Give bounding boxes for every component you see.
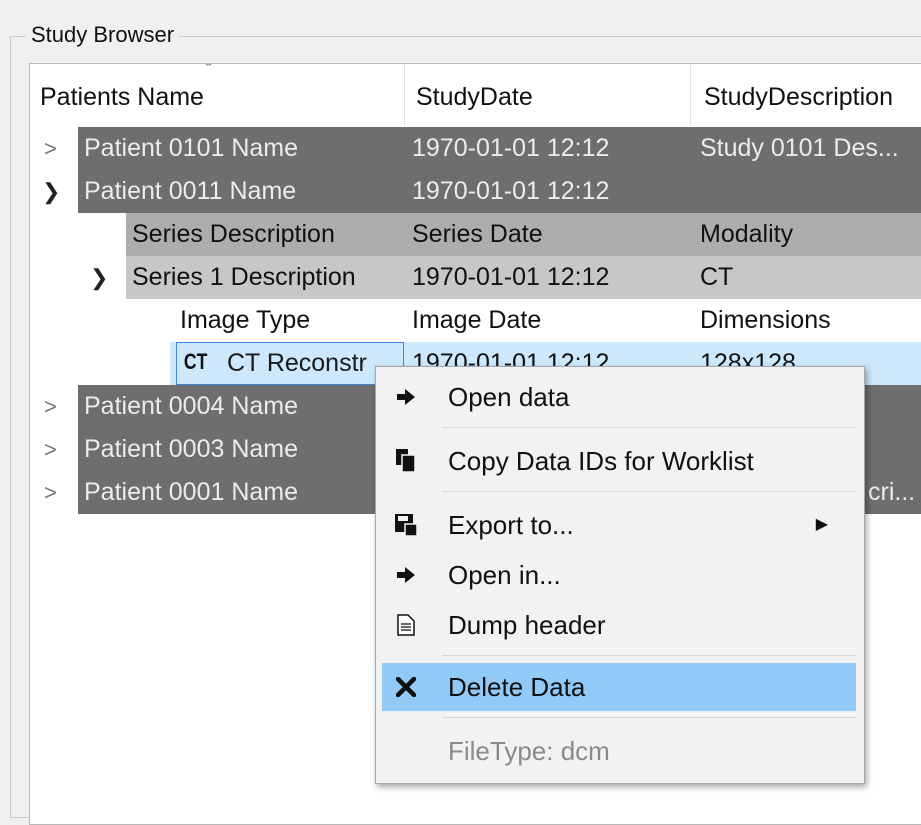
ct-modality-icon: CT [183,349,208,374]
menu-item-copy-data-ids[interactable]: Copy Data IDs for Worklist [382,437,856,485]
menu-separator [442,717,856,718]
menu-item-delete-data[interactable]: Delete Data [382,663,856,711]
patient-row[interactable]: Patient 0101 Name 1970-01-01 12:12 Study… [78,127,921,170]
column-header-study-date[interactable]: StudyDate [416,64,533,126]
series-header-row: Series Description Series Date Modality [126,213,921,256]
expand-chevron-icon[interactable]: > [44,385,57,428]
arrow-right-icon [392,551,420,599]
menu-item-label: Copy Data IDs for Worklist [448,446,754,476]
menu-item-label: FileType: dcm [448,736,610,766]
column-separator[interactable] [404,64,405,126]
modality-header: Modality [700,220,794,248]
study-description: Study 0101 Des... [700,134,899,162]
menu-item-export-to[interactable]: Export to... ▶ [382,501,856,549]
menu-separator [442,491,856,492]
expand-chevron-icon[interactable]: > [44,471,57,514]
expand-chevron-icon[interactable]: > [44,127,57,170]
menu-item-label: Open in... [448,560,561,590]
patient-name: Patient 0003 Name [84,435,299,463]
arrow-right-icon [392,373,420,421]
patient-name: Patient 0101 Name [84,134,299,162]
image-type-header: Image Type [180,306,311,334]
menu-item-dump-header[interactable]: Dump header [382,601,856,649]
image-header-row: Image Type Image Date Dimensions [170,299,921,342]
context-menu: Open data Copy Data IDs for Worklist Exp… [375,366,865,784]
menu-item-open-data[interactable]: Open data [382,373,856,421]
image-type-cell[interactable]: CT CT Reconstr [176,342,404,385]
patient-name: Patient 0001 Name [84,478,299,506]
series-date: 1970-01-01 12:12 [412,263,610,291]
column-header-label: Patients Name [40,83,204,111]
series-row[interactable]: Series 1 Description 1970-01-01 12:12 CT [126,256,921,299]
image-date-header: Image Date [412,306,542,334]
series-description-header: Series Description [132,220,335,248]
column-header-study-description[interactable]: StudyDescription [704,64,893,126]
patient-name: Patient 0004 Name [84,392,299,420]
collapse-chevron-icon[interactable]: ❯ [42,170,60,213]
menu-item-label: Export to... [448,510,574,540]
menu-separator [442,427,856,428]
menu-separator [442,655,856,656]
submenu-arrow-icon: ▶ [815,516,828,533]
collapse-chevron-icon[interactable]: ❯ [90,256,108,299]
study-date: 1970-01-01 12:12 [412,134,610,162]
series-description: Series 1 Description [132,263,356,291]
menu-item-label: Dump header [448,610,606,640]
column-header-patients-name[interactable]: Patients Name [40,64,204,126]
save-icon [392,501,420,549]
document-icon [392,601,420,649]
menu-item-open-in[interactable]: Open in... [382,551,856,599]
menu-item-label: Delete Data [448,672,586,702]
column-separator[interactable] [690,64,691,126]
delete-x-icon [392,663,420,711]
menu-item-file-type: FileType: dcm [382,727,856,775]
copy-icon [392,437,420,485]
menu-item-label: Open data [448,382,570,412]
column-header-label: StudyDescription [704,83,893,111]
study-description: cri... [868,478,916,506]
series-modality: CT [700,263,734,291]
patient-row[interactable]: Patient 0011 Name 1970-01-01 12:12 [78,170,921,213]
expand-chevron-icon[interactable]: > [44,428,57,471]
series-date-header: Series Date [412,220,543,248]
column-header-label: StudyDate [416,83,533,111]
study-browser-title: Study Browser [26,22,180,48]
patient-name: Patient 0011 Name [84,177,297,205]
dimensions-header: Dimensions [700,306,831,334]
study-date: 1970-01-01 12:12 [412,177,610,205]
sort-indicator-icon: ˇ [204,63,213,79]
image-type: CT Reconstr [227,349,367,377]
